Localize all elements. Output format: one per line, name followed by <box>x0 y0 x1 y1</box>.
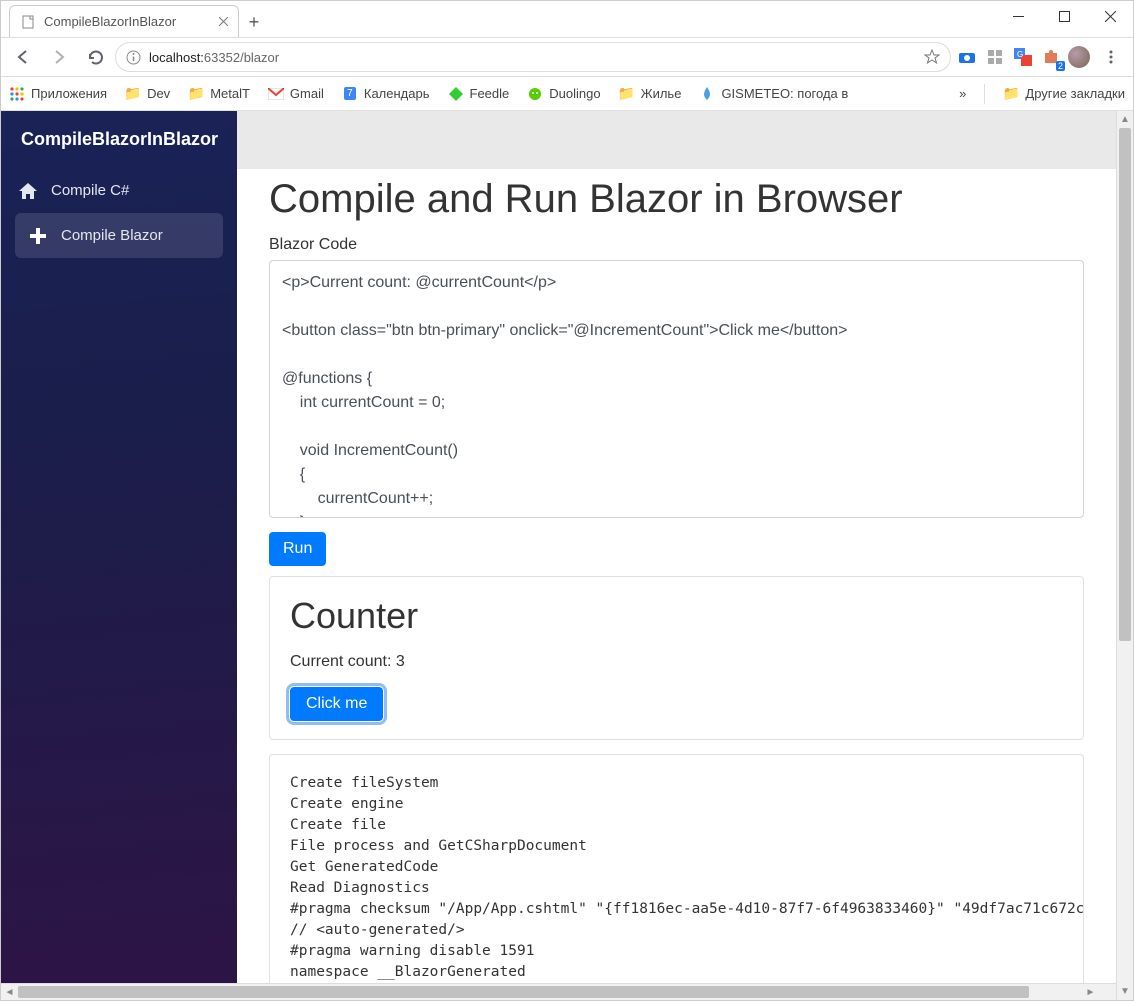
scroll-right-icon[interactable]: ► <box>1082 984 1099 1000</box>
extension-camera-icon[interactable] <box>955 45 979 69</box>
bookmark-item[interactable]: Gmail <box>268 86 324 102</box>
back-button[interactable] <box>7 41 39 73</box>
profile-avatar[interactable] <box>1067 45 1091 69</box>
extension-badge: 2 <box>1056 61 1065 71</box>
bookmark-item[interactable]: 📁MetalT <box>188 86 250 102</box>
scroll-down-icon[interactable]: ▼ <box>1117 983 1133 1000</box>
info-icon <box>126 50 141 65</box>
star-icon[interactable] <box>924 49 940 65</box>
calendar-icon: 7 <box>342 86 358 102</box>
code-textarea[interactable]: <p>Current count: @currentCount</p> <but… <box>269 260 1084 518</box>
code-label: Blazor Code <box>269 236 1084 254</box>
app: CompileBlazorInBlazor Compile C# Compile… <box>1 111 1116 983</box>
increment-button[interactable]: Click me <box>290 687 383 721</box>
scrollbar-thumb[interactable] <box>18 986 1029 998</box>
viewport: CompileBlazorInBlazor Compile C# Compile… <box>1 111 1133 1000</box>
result-heading: Counter <box>290 595 1063 637</box>
toolbar: localhost:63352/blazor G 2 <box>1 37 1133 77</box>
bookmark-overflow-button[interactable]: » <box>959 86 966 101</box>
close-icon <box>219 17 228 26</box>
bookmarks-bar: Приложения 📁Dev 📁MetalT Gmail 7Календарь… <box>1 77 1133 111</box>
arrow-left-icon <box>14 48 32 66</box>
home-icon <box>19 183 37 199</box>
count-text: Current count: 3 <box>290 653 1063 671</box>
drop-icon <box>699 86 715 102</box>
folder-icon: 📁 <box>1003 86 1019 102</box>
sidebar-item-label: Compile C# <box>51 182 129 199</box>
other-bookmarks-button[interactable]: 📁Другие закладки <box>1003 86 1125 102</box>
translate-icon[interactable]: G <box>1011 45 1035 69</box>
folder-icon: 📁 <box>188 86 204 102</box>
horizontal-scrollbar[interactable]: ◄ ► <box>1 983 1116 1000</box>
bookmark-item[interactable]: Duolingo <box>527 86 600 102</box>
bookmark-item[interactable]: 📁Dev <box>125 86 170 102</box>
sidebar-item-compile-blazor[interactable]: Compile Blazor <box>15 213 223 258</box>
scroll-left-icon[interactable]: ◄ <box>1 984 18 1000</box>
apps-icon <box>9 86 25 102</box>
forward-button[interactable] <box>43 41 75 73</box>
plus-icon <box>29 228 47 244</box>
url-text: localhost:63352/blazor <box>149 50 279 65</box>
sidebar-item-label: Compile Blazor <box>61 227 163 244</box>
log-output: Create fileSystem Create engine Create f… <box>269 754 1084 983</box>
feedle-icon <box>448 86 464 102</box>
bookmark-item[interactable]: Feedle <box>448 86 510 102</box>
page-title: Compile and Run Blazor in Browser <box>269 169 1084 222</box>
tab-close-button[interactable] <box>219 17 228 26</box>
sidebar: CompileBlazorInBlazor Compile C# Compile… <box>1 111 237 983</box>
extension-puzzle-icon[interactable]: 2 <box>1039 45 1063 69</box>
scroll-up-icon[interactable]: ▲ <box>1117 111 1133 128</box>
folder-icon: 📁 <box>125 86 141 102</box>
page-favicon <box>20 14 36 30</box>
new-tab-button[interactable]: + <box>239 7 269 37</box>
result-card: Counter Current count: 3 Click me <box>269 576 1084 740</box>
folder-icon: 📁 <box>619 86 635 102</box>
tab-title: CompileBlazorInBlazor <box>44 14 176 29</box>
gmail-icon <box>268 86 284 102</box>
duolingo-icon <box>527 86 543 102</box>
tab-strip: CompileBlazorInBlazor + <box>1 1 1133 37</box>
reload-icon <box>87 49 104 66</box>
sidebar-item-compile-csharp[interactable]: Compile C# <box>1 168 237 213</box>
apps-button[interactable]: Приложения <box>9 86 107 102</box>
run-button[interactable]: Run <box>269 532 326 566</box>
extension-icon[interactable] <box>983 45 1007 69</box>
browser-window: CompileBlazorInBlazor + localhost:63352/… <box>0 0 1134 1001</box>
menu-button[interactable] <box>1095 41 1127 73</box>
svg-text:G: G <box>1017 50 1023 59</box>
address-bar[interactable]: localhost:63352/blazor <box>115 42 951 72</box>
bookmark-item[interactable]: 📁Жилье <box>619 86 682 102</box>
bookmark-item[interactable]: 7Календарь <box>342 86 430 102</box>
main-area: Compile and Run Blazor in Browser Blazor… <box>237 111 1116 983</box>
scrollbar-thumb[interactable] <box>1119 128 1131 641</box>
browser-tab[interactable]: CompileBlazorInBlazor <box>9 5 239 37</box>
kebab-icon <box>1104 50 1118 64</box>
vertical-scrollbar[interactable]: ▲ ▼ <box>1116 111 1133 1000</box>
reload-button[interactable] <box>79 41 111 73</box>
app-brand: CompileBlazorInBlazor <box>1 111 237 168</box>
bookmark-item[interactable]: GISMETEO: погода в <box>699 86 848 102</box>
content: Compile and Run Blazor in Browser Blazor… <box>237 169 1116 983</box>
arrow-right-icon <box>50 48 68 66</box>
